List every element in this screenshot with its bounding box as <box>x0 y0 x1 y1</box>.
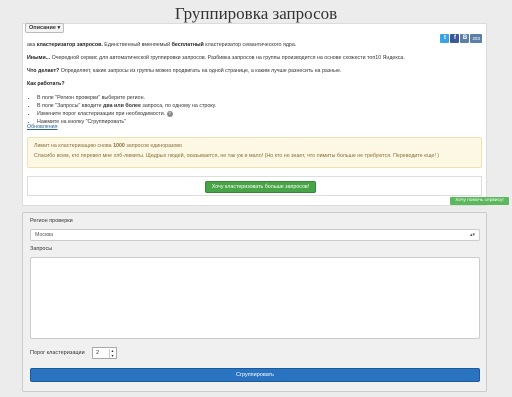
step-text: Измените порог кластеризации при необход… <box>37 111 166 117</box>
intro-text: ака <box>27 42 37 48</box>
intro-line-1: ака кластеризатор запросов. Единственный… <box>27 42 296 48</box>
list-item: Нажмите на кнопку "Сгруппировать" <box>37 118 216 126</box>
intro-line-2: Иными... Очередной сервис для автоматиче… <box>27 55 405 61</box>
intro-line-3: Что делает? Определяет, какие запросы из… <box>27 68 341 74</box>
alert-line-1: Лимит на кластеризацию снова 1000 запрос… <box>34 143 475 149</box>
threshold-label: Порог кластеризации <box>30 350 85 356</box>
step-text: запроса, по одному на строку. <box>140 103 217 109</box>
step-bold: два или более <box>103 103 141 109</box>
group-submit-button[interactable]: Сгруппировать <box>30 368 480 382</box>
how-to-heading: Как работать? <box>27 81 65 87</box>
region-label: Регион проверки <box>30 218 73 224</box>
spin-arrows-icon[interactable]: ▲ ▼ <box>109 349 115 358</box>
description-toggle-button[interactable]: Описание ▾ <box>25 23 65 33</box>
grouping-form: Регион проверки Москва ▴▾ Запросы Порог … <box>22 212 487 392</box>
vk-share-count: 203 <box>470 34 482 43</box>
select-caret-icon: ▴▾ <box>469 232 475 238</box>
description-toggle-label: Описание <box>29 25 56 31</box>
steps-list: В поле "Регион проверки" выберите регион… <box>37 94 216 126</box>
chevron-down-icon: ▾ <box>57 25 61 31</box>
intro-bold: Иными... <box>27 55 51 61</box>
spin-down-icon[interactable]: ▼ <box>111 354 114 358</box>
intro-bold: Что делает? <box>27 68 60 74</box>
alert-line-2: Спасибо всем, кто перевел мне хлб-лимиты… <box>34 153 440 159</box>
updates-link[interactable]: Обновления <box>27 124 58 130</box>
social-share-bar: t f B 203 <box>440 34 482 43</box>
limit-alert: Лимит на кластеризацию снова 1000 запрос… <box>27 137 482 168</box>
alert-text: Лимит на кластеризацию снова <box>34 143 114 149</box>
intro-text: Очередной сервис для автоматической груп… <box>50 55 405 61</box>
help-icon[interactable]: ? <box>166 110 173 117</box>
queries-textarea[interactable] <box>30 257 480 339</box>
intro-bold: бесплатный <box>171 42 204 48</box>
step-text: В поле "Запросы" вводите <box>37 103 104 109</box>
twitter-icon[interactable]: t <box>440 34 450 43</box>
region-select-value: Москва <box>35 232 54 238</box>
promo-box: Хочу кластеризовать больше запросов! <box>27 176 482 196</box>
how-to-title: Как работать? <box>27 81 65 87</box>
list-item: В поле "Запросы" вводите два или более з… <box>37 102 216 110</box>
help-service-button[interactable]: Хочу помочь сервису! <box>450 197 509 205</box>
alert-bold: 1000 <box>113 143 125 149</box>
region-select[interactable]: Москва ▴▾ <box>30 229 480 241</box>
vk-icon[interactable]: B <box>460 34 470 43</box>
cluster-more-button[interactable]: Хочу кластеризовать больше запросов! <box>205 181 316 193</box>
threshold-stepper[interactable]: 2 ▲ ▼ <box>92 347 117 359</box>
threshold-value: 2 <box>96 350 100 356</box>
intro-text: Определяет, какие запросы из группы можн… <box>59 68 342 74</box>
description-panel: Описание ▾ t f B 203 ака кластеризатор з… <box>22 23 487 206</box>
intro-bold: кластеризатор запросов. <box>36 42 103 48</box>
queries-label: Запросы <box>30 246 53 252</box>
spin-up-icon[interactable]: ▲ <box>111 349 114 353</box>
intro-text: Единственный вменяемый <box>102 42 172 48</box>
alert-text: запросов единоразово <box>124 143 183 149</box>
page-title: Группировка запросов <box>174 4 338 23</box>
list-item: В поле "Регион проверки" выберите регион… <box>37 94 216 102</box>
facebook-icon[interactable]: f <box>450 34 460 43</box>
intro-text: кластеризатор семантического ядра. <box>203 42 297 48</box>
list-item: Измените порог кластеризации при необход… <box>37 110 216 118</box>
